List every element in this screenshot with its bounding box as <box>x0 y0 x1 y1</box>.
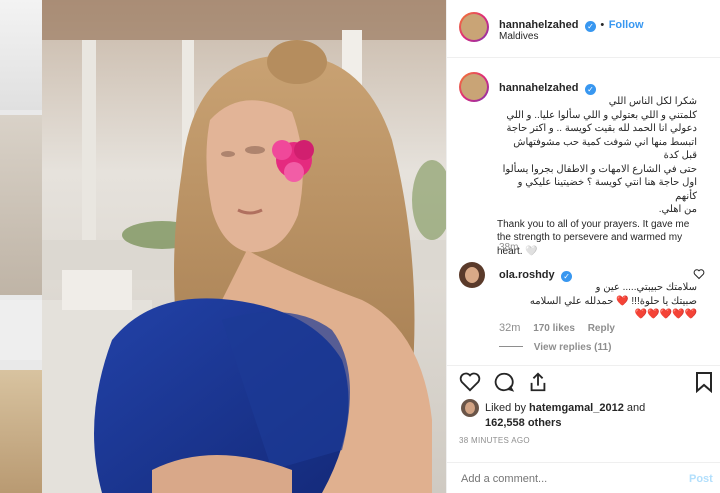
post-comment-button[interactable]: Post <box>689 473 713 485</box>
caption-arabic-line: اول حاجة هنا انتي كويسة ؟ خضيتينا عليكي … <box>517 177 697 202</box>
caption-avatar[interactable] <box>459 72 489 102</box>
comment-likes[interactable]: 170 likes <box>533 323 575 334</box>
caption-arabic-line: كلمتني و اللي بعتولي و اللي سألوا عليا..… <box>506 109 697 121</box>
caption-arabic-line: اتبسط منها اني شوفت كمية حب مشوفتهاش قبل… <box>513 136 697 162</box>
comment-icon[interactable] <box>493 371 515 393</box>
verified-badge-icon: ✓ <box>584 84 596 95</box>
background-feed-strip <box>0 0 42 493</box>
liker-avatar[interactable] <box>461 399 479 417</box>
commenter-avatar[interactable] <box>459 262 485 288</box>
liked-by-user[interactable]: hatemgamal_2012 <box>529 402 624 414</box>
post-header: hannahelzahed ✓ • Follow Maldives <box>447 0 720 58</box>
post-detail-panel: hannahelzahed ✓ • Follow Maldives hannah… <box>446 0 720 493</box>
commenter-username[interactable]: ola.roshdy <box>499 269 555 281</box>
share-icon[interactable] <box>527 371 549 393</box>
caption-arabic-line: شكرا لكل الناس اللي <box>608 96 697 107</box>
caption-text: شكرا لكل الناس اللي كلمتني و اللي بعتولي… <box>497 95 697 258</box>
caption-username[interactable]: hannahelzahed <box>499 82 578 94</box>
follow-button[interactable]: Follow <box>609 19 644 31</box>
post-location[interactable]: Maldives <box>499 31 538 42</box>
verified-badge-icon: ✓ <box>584 21 596 32</box>
view-replies-divider <box>499 346 523 347</box>
liked-by-others[interactable]: 162,558 others <box>485 417 561 429</box>
follow-dot: • <box>600 19 605 31</box>
add-comment-bar: Post <box>447 462 720 493</box>
comment-arabic-line: سلامتك حبيبتي..... عين و <box>595 282 697 293</box>
post-timestamp: 38 MINUTES AGO <box>459 436 530 445</box>
comment-reply-button[interactable]: Reply <box>588 323 615 334</box>
add-comment-input[interactable] <box>459 470 663 488</box>
post-photo[interactable] <box>42 0 446 493</box>
post-photo-illustration <box>42 0 446 493</box>
liked-by-and: and <box>626 402 646 414</box>
author-username[interactable]: hannahelzahed <box>499 19 578 31</box>
caption-arabic-line: دعولي انا الحمد لله بقيت كويسة .. و اكتر… <box>506 123 697 134</box>
heart-icon[interactable] <box>459 372 481 392</box>
caption-time: 38m <box>499 242 519 253</box>
comment-arabic-line: صبيتك يا حلوة!!! ❤️ حمدلله علي السلامه <box>529 295 697 307</box>
view-replies-button[interactable]: View replies (11) <box>534 342 612 353</box>
comment-like-heart-icon[interactable] <box>693 268 705 280</box>
caption-arabic-line: من اهلي. <box>658 204 697 215</box>
comment-arabic-line: ❤️❤️❤️❤️❤️ <box>634 309 697 320</box>
caption-arabic-line: حتى في الشارع الامهات و الاطفال بجروا يس… <box>502 163 697 175</box>
post-actions-bar <box>447 365 720 395</box>
caption-english: Thank you to all of your prayers. It gav… <box>497 218 690 257</box>
liked-by-prefix: Liked by <box>485 402 526 414</box>
comment-time: 32m <box>499 322 521 334</box>
author-avatar[interactable] <box>459 12 489 42</box>
comment-text: سلامتك حبيبتي..... عين و صبيتك يا حلوة!!… <box>497 281 697 322</box>
bookmark-icon[interactable] <box>695 371 713 393</box>
